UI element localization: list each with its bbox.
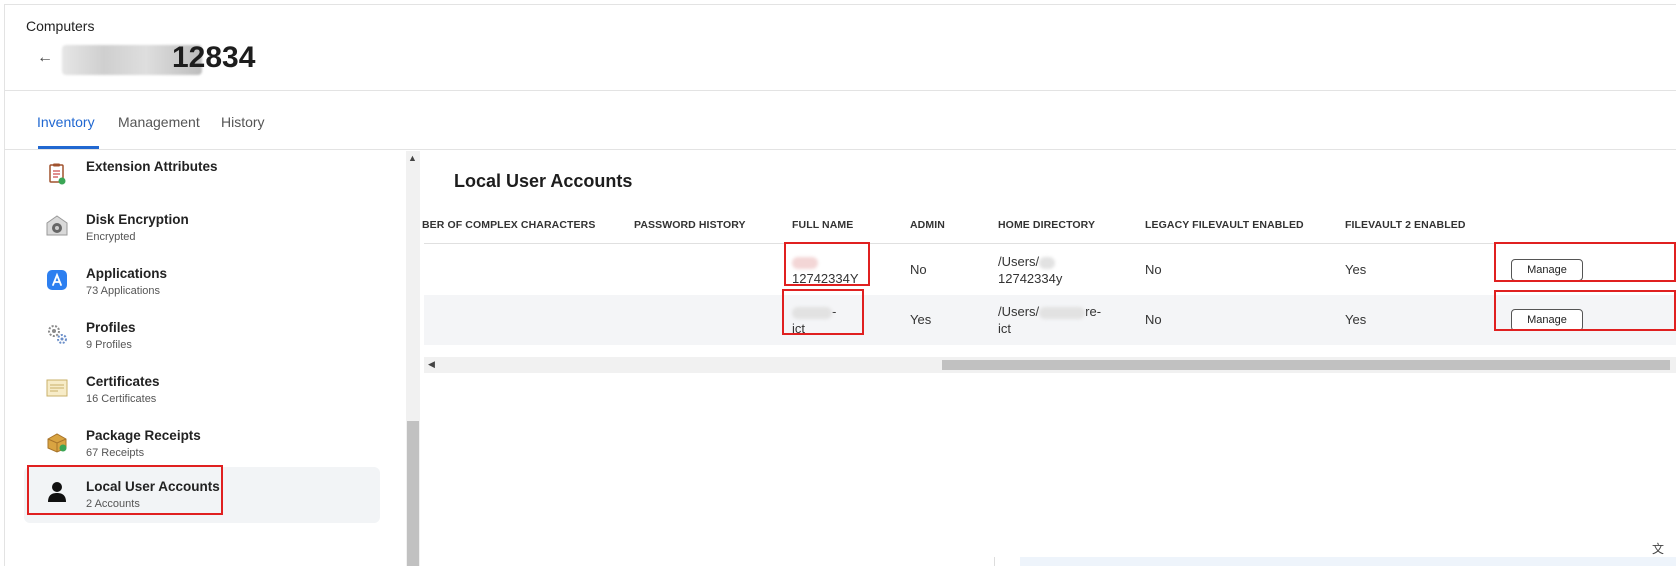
scroll-left-arrow-icon[interactable]: ◀ <box>428 359 435 370</box>
table-header: BER OF COMPLEX CHARACTERS PASSWORD HISTO… <box>422 206 1676 244</box>
column-header-full-name[interactable]: FULL NAME <box>792 219 853 231</box>
tab-management[interactable]: Management <box>118 114 200 130</box>
column-header-filevault2[interactable]: FILEVAULT 2 ENABLED <box>1345 219 1466 231</box>
highlight-box-sidebar <box>27 465 223 515</box>
translate-icon[interactable]: 文 <box>1652 540 1664 557</box>
table-row: - ict Yes /Users/re- ict No Yes Manage <box>424 295 1676 345</box>
filevault2-cell: Yes <box>1345 312 1367 327</box>
sidebar-item-label: Applications <box>86 266 168 281</box>
sidebar-item-sublabel: 73 Applications <box>86 285 160 297</box>
back-arrow-icon[interactable]: ← <box>34 47 56 69</box>
sidebar-item-extension-attributes[interactable]: Extension Attributes <box>24 151 380 207</box>
certificate-icon <box>46 377 68 399</box>
breadcrumb[interactable]: Computers <box>26 18 94 34</box>
column-header-complex-characters[interactable]: BER OF COMPLEX CHARACTERS <box>422 219 595 231</box>
home-directory-prefix: /Users/ <box>998 254 1040 269</box>
home-directory-prefix: /Users/ <box>998 304 1040 319</box>
highlight-box-full-name-row2 <box>782 289 864 335</box>
column-header-home-directory[interactable]: HOME DIRECTORY <box>998 219 1095 231</box>
sidebar-item-label: Certificates <box>86 374 160 389</box>
highlight-box-manage-row1 <box>1494 242 1676 282</box>
redacted-text-blur <box>1039 306 1086 319</box>
page-title-text: 12834 <box>172 41 256 74</box>
sidebar-item-label: Package Receipts <box>86 428 201 443</box>
table-row: 12742334Y No /Users/ 12742334y No Yes Ma… <box>424 245 1676 295</box>
table-horizontal-scrollbar[interactable]: ◀ <box>424 357 1676 373</box>
home-directory-text: ict <box>998 321 1011 336</box>
table-scrollbar-thumb[interactable] <box>942 360 1670 370</box>
sidebar-item-certificates[interactable]: Certificates 16 Certificates <box>24 365 380 421</box>
home-directory-cell: /Users/ 12742334y <box>998 253 1062 287</box>
tab-history[interactable]: History <box>221 114 265 130</box>
sidebar-item-applications[interactable]: Applications 73 Applications <box>24 257 380 313</box>
clipboard-checklist-icon <box>46 163 68 185</box>
legacy-filevault-cell: No <box>1145 312 1162 327</box>
highlight-box-manage-row2 <box>1494 290 1676 331</box>
disk-lock-icon <box>46 215 68 237</box>
page-header: Computers ← 12834 <box>4 5 1676 91</box>
inventory-sidebar: Extension Attributes Disk Encryption Enc… <box>4 151 408 566</box>
bottom-panel <box>1020 557 1676 566</box>
column-header-legacy-filevault[interactable]: LEGACY FILEVAULT ENABLED <box>1145 219 1304 231</box>
sidebar-item-label: Disk Encryption <box>86 212 189 227</box>
sidebar-item-label: Profiles <box>86 320 136 335</box>
app-store-icon <box>46 269 68 291</box>
package-icon <box>46 431 68 453</box>
filevault2-cell: Yes <box>1345 262 1367 277</box>
home-directory-text: 12742334y <box>998 271 1063 286</box>
column-header-password-history[interactable]: PASSWORD HISTORY <box>634 219 746 231</box>
legacy-filevault-cell: No <box>1145 262 1162 277</box>
scroll-up-arrow-icon[interactable]: ▲ <box>408 153 417 163</box>
gears-icon <box>46 323 68 345</box>
active-tab-indicator <box>38 146 99 149</box>
tab-inventory[interactable]: Inventory <box>37 114 95 130</box>
sidebar-scrollbar[interactable]: ▲ <box>406 151 420 566</box>
home-directory-suffix: re- <box>1085 304 1102 319</box>
page-title: 12834 <box>62 41 262 79</box>
redacted-text-blur <box>1039 256 1056 269</box>
admin-cell: Yes <box>910 312 932 327</box>
home-directory-cell: /Users/re- ict <box>998 303 1101 337</box>
column-header-admin[interactable]: ADMIN <box>910 219 945 231</box>
highlight-box-full-name-row1 <box>784 242 870 286</box>
sidebar-item-disk-encryption[interactable]: Disk Encryption Encrypted <box>24 203 380 259</box>
sidebar-item-sublabel: 9 Profiles <box>86 339 132 351</box>
sidebar-item-sublabel: 67 Receipts <box>86 447 145 459</box>
main-content: Local User Accounts BER OF COMPLEX CHARA… <box>420 151 1676 566</box>
section-title: Local User Accounts <box>454 171 633 191</box>
admin-cell: No <box>910 262 927 277</box>
sidebar-item-sublabel: Encrypted <box>86 231 136 243</box>
sidebar-item-profiles[interactable]: Profiles 9 Profiles <box>24 311 380 367</box>
bottom-divider <box>994 557 995 566</box>
sidebar-item-sublabel: 16 Certificates <box>86 393 157 405</box>
sidebar-item-label: Extension Attributes <box>86 159 218 174</box>
sidebar-scrollbar-thumb[interactable] <box>407 421 419 566</box>
tab-bar: Inventory Management History <box>4 92 1676 150</box>
